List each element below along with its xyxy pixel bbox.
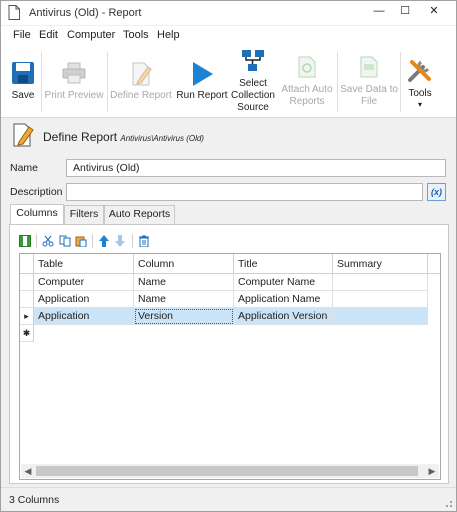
toolbar-separator — [36, 234, 37, 248]
move-down-icon[interactable] — [114, 235, 126, 247]
toolbar-separator — [132, 234, 133, 248]
menu-edit[interactable]: Edit — [39, 29, 58, 41]
scrollbar-thumb[interactable] — [36, 466, 418, 476]
cut-icon[interactable] — [42, 235, 54, 247]
description-label: Description — [10, 186, 63, 198]
column-header-title[interactable]: Title — [234, 254, 333, 274]
new-row-indicator[interactable]: ✱ — [20, 325, 34, 342]
title-bar: Antivirus (Old) - Report — ☐ ✕ — [1, 1, 456, 25]
play-icon — [193, 62, 213, 86]
columns-grid: Table Column Title Summary Computer Name… — [19, 253, 441, 480]
attach-auto-reports-button[interactable]: Attach Auto Reports — [277, 46, 337, 116]
move-up-icon[interactable] — [98, 235, 110, 247]
column-header-filler — [428, 254, 440, 274]
ribbon-separator — [337, 52, 338, 112]
document-icon — [8, 5, 20, 20]
title-cell[interactable]: Application Name — [234, 291, 333, 308]
title-cell[interactable]: Application Version — [234, 308, 333, 325]
column-header-table[interactable]: Table — [34, 254, 134, 274]
current-row-indicator[interactable]: ▸ — [20, 308, 34, 325]
summary-cell[interactable] — [333, 274, 428, 291]
save-icon — [12, 62, 34, 84]
columns-tab-panel: Table Column Title Summary Computer Name… — [9, 224, 449, 484]
ribbon-separator — [107, 52, 108, 112]
column-cell[interactable]: Name — [134, 274, 234, 291]
status-bar: 3 Columns — [1, 487, 456, 511]
tools-chevron-down-icon: ▾ — [417, 100, 422, 109]
ribbon-separator — [400, 52, 401, 112]
column-cell[interactable]: Version — [134, 308, 234, 325]
columns-icon[interactable] — [19, 235, 31, 247]
define-report-icon — [13, 123, 34, 147]
maximize-button[interactable]: ☐ — [390, 1, 420, 23]
title-cell[interactable]: Computer Name — [234, 274, 333, 291]
paste-icon[interactable] — [75, 235, 87, 247]
name-field[interactable]: Antivirus (Old) — [66, 159, 446, 177]
delete-icon[interactable] — [138, 235, 150, 247]
save-data-to-file-button[interactable]: Save Data to File — [339, 46, 399, 116]
menu-help[interactable]: Help — [157, 29, 180, 41]
column-header-summary[interactable]: Summary — [333, 254, 428, 274]
report-path: Antivirus\Antivirus (Old) — [120, 134, 204, 143]
run-report-button[interactable]: Run Report — [175, 46, 229, 116]
resize-grip-icon[interactable] — [443, 498, 453, 508]
define-report-button[interactable]: Define Report — [109, 46, 173, 116]
tab-filters[interactable]: Filters — [64, 205, 104, 224]
status-text: 3 Columns — [9, 494, 60, 506]
name-label: Name — [10, 162, 39, 174]
row-header[interactable] — [20, 291, 34, 308]
ribbon-separator — [41, 52, 42, 112]
scroll-right-icon[interactable]: ▶ — [425, 464, 439, 478]
define-report-icon — [132, 62, 152, 86]
ribbon-toolbar: Save Print Preview Define Report Run Rep… — [1, 46, 456, 118]
tools-icon — [408, 60, 431, 82]
define-report-title: Define Report Antivirus\Antivirus (Old) — [43, 130, 204, 144]
print-preview-button[interactable]: Print Preview — [43, 46, 105, 116]
tools-dropdown-button[interactable]: Tools ▾ — [402, 46, 438, 116]
table-cell[interactable]: Application — [34, 291, 134, 308]
select-collection-source-button[interactable]: Select Collection Source — [229, 46, 277, 116]
menu-computer[interactable]: Computer — [67, 29, 115, 41]
tab-auto-reports[interactable]: Auto Reports — [104, 205, 175, 224]
export-file-icon — [360, 56, 378, 78]
report-window: Antivirus (Old) - Report — ☐ ✕ File Edit… — [0, 0, 457, 512]
printer-icon — [62, 62, 86, 84]
save-button[interactable]: Save — [6, 46, 40, 116]
description-field[interactable] — [66, 183, 423, 201]
column-cell[interactable]: Name — [134, 291, 234, 308]
table-cell[interactable]: Computer — [34, 274, 134, 291]
summary-cell[interactable] — [333, 291, 428, 308]
grid-corner — [20, 254, 34, 274]
toolbar-separator — [92, 234, 93, 248]
row-header[interactable] — [20, 274, 34, 291]
attach-report-icon — [298, 56, 316, 78]
window-title: Antivirus (Old) - Report — [29, 7, 142, 19]
copy-icon[interactable] — [59, 235, 71, 247]
tab-columns[interactable]: Columns — [10, 204, 64, 225]
menu-bar: File Edit Computer Tools Help — [1, 26, 456, 46]
table-cell[interactable]: Application — [34, 308, 134, 325]
menu-file[interactable]: File — [13, 29, 31, 41]
menu-tools[interactable]: Tools — [123, 29, 149, 41]
close-button[interactable]: ✕ — [419, 1, 449, 23]
column-header-column[interactable]: Column — [134, 254, 234, 274]
expression-button[interactable]: (x) — [427, 183, 446, 201]
horizontal-scrollbar[interactable]: ◀ ▶ — [21, 464, 439, 478]
summary-cell[interactable] — [333, 308, 428, 325]
scroll-left-icon[interactable]: ◀ — [21, 464, 35, 478]
network-icon — [242, 50, 264, 71]
